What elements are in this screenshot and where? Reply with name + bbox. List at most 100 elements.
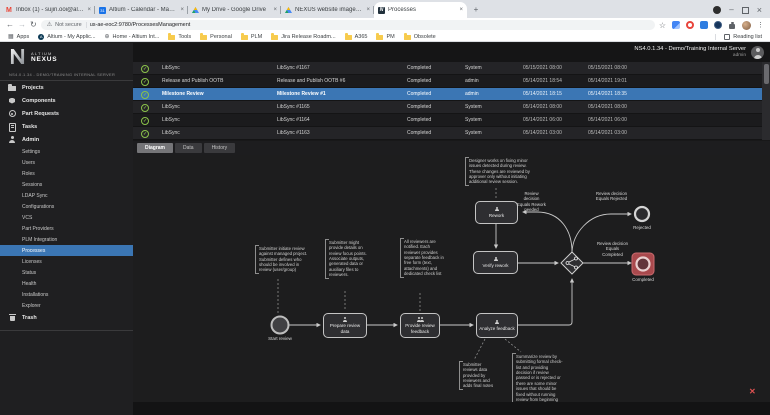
browser-profile-avatar[interactable] — [742, 20, 751, 30]
cell-started: 05/14/2021 18:15 — [523, 91, 562, 97]
tab-title: NEXUS website images - Googl — [295, 7, 363, 13]
bookmark-folder-plm[interactable]: PLM — [240, 33, 262, 40]
table-row[interactable]: LibSync LibSync #1164 Completed System 0… — [133, 114, 762, 127]
bookmark-folder-obsolete[interactable]: Obsolete — [403, 33, 436, 40]
cell-state: Completed — [407, 91, 432, 97]
sidebar-item-licenses[interactable]: Licenses — [0, 256, 133, 267]
annotation-submitter-reviews: Submitter reviews data provided by revie… — [459, 361, 496, 390]
close-window-icon[interactable]: × — [757, 6, 762, 15]
new-tab-button[interactable]: + — [471, 5, 481, 15]
bookmark-folder-tools[interactable]: Tools — [168, 33, 191, 40]
address-bar[interactable]: ⚠ Not secure us-ae-eoc2:9780/ProcessesMa… — [40, 20, 655, 30]
sidebar-item-admin[interactable]: Admin — [0, 133, 133, 146]
extensions-puzzle-icon[interactable] — [728, 21, 736, 29]
sidebar-item-explorer[interactable]: Explorer — [0, 300, 133, 311]
sidebar-server-caption: NS4.0.1.34 - DEMO/TRAINING INTERNAL SERV… — [9, 72, 116, 77]
sidebar-item-tasks[interactable]: Tasks — [0, 120, 133, 133]
tab-close-icon[interactable]: × — [273, 7, 277, 13]
task-verify-rework[interactable]: Verify rework — [473, 251, 518, 274]
security-chip[interactable]: Not secure — [55, 22, 87, 28]
browser-tab-calendar[interactable]: Altium - Calendar - May 2021 × — [95, 2, 188, 18]
extension-navy-icon[interactable] — [714, 21, 722, 29]
extension-blue-icon[interactable] — [672, 21, 680, 29]
close-icon[interactable]: ✕ — [749, 388, 756, 396]
sidebar-item-roles[interactable]: Roles — [0, 168, 133, 179]
task-prepare-review-data[interactable]: Prepare review data — [323, 313, 367, 338]
tab-close-icon[interactable]: × — [459, 7, 463, 13]
bookmark-home-altium[interactable]: ⊕ Home - Altium Int... — [105, 33, 160, 41]
reload-icon[interactable]: ↻ — [30, 20, 37, 30]
maximize-icon[interactable] — [741, 6, 749, 14]
profile-badge-icon[interactable] — [713, 6, 722, 14]
sidebar-item-sessions[interactable]: Sessions — [0, 179, 133, 190]
sidebar-item-configurations[interactable]: Configurations — [0, 201, 133, 212]
sidebar-item-users[interactable]: Users — [0, 157, 133, 168]
tab-close-icon[interactable]: × — [87, 7, 91, 13]
tab-data[interactable]: Data — [175, 143, 202, 153]
extension-red-icon[interactable] — [686, 21, 694, 29]
not-secure-warning-icon: ⚠ — [46, 21, 53, 28]
sidebar-item-installations[interactable]: Installations — [0, 289, 133, 300]
extension-lightblue-icon[interactable] — [700, 21, 708, 29]
tab-diagram[interactable]: Diagram — [137, 143, 174, 153]
bookmark-folder-jira[interactable]: Jira Release Roadm... — [271, 33, 336, 40]
start-event-node[interactable] — [270, 315, 290, 335]
back-icon[interactable]: ← — [6, 20, 14, 30]
sidebar-item-projects[interactable]: Projects — [0, 81, 133, 94]
app-logo[interactable]: ALTIUM NEXUS — [0, 43, 133, 70]
sidebar-item-label: Users — [22, 159, 36, 166]
url-text[interactable]: us-ae-eoc2:9780/ProcessesManagement — [90, 22, 191, 28]
gateway-diamond[interactable] — [560, 251, 584, 275]
task-provide-review-feedback[interactable]: Provide review feedback — [400, 313, 440, 338]
bookmark-folder-pm[interactable]: PM — [376, 33, 395, 40]
completed-end-node[interactable] — [635, 256, 651, 272]
tab-close-icon[interactable]: × — [366, 7, 370, 13]
sidebar-item-status[interactable]: Status — [0, 267, 133, 278]
sidebar-item-components[interactable]: Components — [0, 94, 133, 107]
annotation-connector — [504, 338, 522, 353]
sidebar-item-vcs[interactable]: VCS — [0, 212, 133, 223]
table-scrollbar[interactable] — [762, 62, 770, 140]
minimize-icon[interactable]: – — [729, 6, 733, 14]
tab-close-icon[interactable]: × — [180, 7, 184, 13]
sidebar-item-settings[interactable]: Settings — [0, 146, 133, 157]
sidebar-item-trash[interactable]: Trash — [0, 311, 133, 324]
cell-started: 05/15/2021 08:00 — [523, 65, 562, 71]
edge-label-rejected: Review decision Equals Rejected — [595, 191, 628, 202]
sidebar-item-plm-integration[interactable]: PLM Integration — [0, 234, 133, 245]
browser-tab-inbox[interactable]: Inbox (1) - sujin.ooi@altium.co × — [2, 2, 95, 18]
apps-grid-icon: ▦ — [8, 34, 14, 40]
browser-tab-drive[interactable]: My Drive - Google Drive × — [188, 2, 281, 18]
cell-started: 05/14/2021 08:00 — [523, 104, 562, 110]
table-row[interactable]: Release and Publish OOTB Release and Pub… — [133, 75, 762, 88]
rejected-end-node[interactable] — [633, 205, 651, 223]
cell-finished: 05/14/2021 06:00 — [588, 117, 627, 123]
bookmark-star-icon[interactable]: ☆ — [659, 21, 666, 30]
forward-icon[interactable]: → — [18, 20, 26, 30]
task-rework[interactable]: Rework — [475, 201, 518, 224]
browser-menu-icon[interactable]: ⋮ — [757, 21, 764, 30]
nexus-logo-icon — [10, 49, 25, 64]
sidebar-item-part-requests[interactable]: Part Requests — [0, 107, 133, 120]
process-instances-table: LibSync LibSync #1167 Completed System 0… — [133, 62, 770, 140]
browser-tab-nexus-images[interactable]: NEXUS website images - Googl × — [281, 2, 374, 18]
table-row[interactable]: LibSync LibSync #1165 Completed System 0… — [133, 101, 762, 114]
sidebar-item-processes[interactable]: Processes — [0, 245, 133, 256]
table-row[interactable]: LibSync LibSync #1163 Completed System 0… — [133, 127, 762, 140]
table-scrollbar-thumb[interactable] — [763, 64, 769, 84]
bookmark-folder-a365[interactable]: A365 — [344, 33, 367, 40]
bookmark-altium-apps[interactable]: A Altium - My Applic... — [38, 33, 96, 40]
bookmark-folder-personal[interactable]: Personal — [200, 33, 232, 40]
table-row[interactable]: LibSync LibSync #1167 Completed System 0… — [133, 62, 762, 75]
sidebar-item-health[interactable]: Health — [0, 278, 133, 289]
browser-tab-processes[interactable]: Processes × — [374, 2, 467, 18]
user-avatar[interactable] — [751, 46, 764, 59]
sidebar-item-ldap-sync[interactable]: LDAP Sync — [0, 190, 133, 201]
tab-history[interactable]: History — [203, 143, 236, 153]
reading-list-button[interactable]: Reading list — [715, 33, 762, 40]
task-analyze-feedback[interactable]: Analyze feedback — [476, 313, 518, 338]
sidebar-item-part-providers[interactable]: Part Providers — [0, 223, 133, 234]
table-row-selected[interactable]: Milestone Review Milestone Review #1 Com… — [133, 88, 762, 101]
folder-icon — [200, 33, 208, 40]
bookmark-apps[interactable]: ▦ Apps — [8, 33, 29, 41]
